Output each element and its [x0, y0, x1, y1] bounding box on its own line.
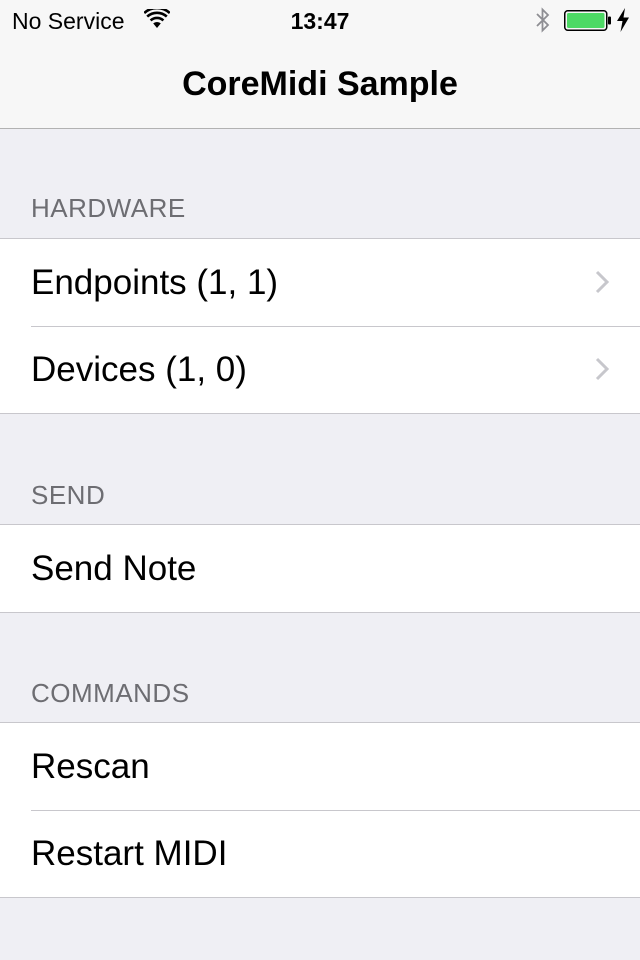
chevron-right-icon — [595, 357, 610, 381]
section-header-hardware: HARDWARE — [31, 193, 186, 223]
send-note-row[interactable]: Send Note — [0, 525, 640, 612]
nav-title: CoreMidi Sample — [182, 65, 458, 103]
send-group: Send Note — [0, 524, 640, 613]
rescan-label: Rescan — [31, 747, 150, 786]
status-bar: No Service 13:47 — [0, 0, 640, 40]
top-bar: No Service 13:47 CoreMidi Sample — [0, 0, 640, 129]
section-header-send: SEND — [31, 480, 106, 510]
charging-bolt-icon — [617, 8, 629, 32]
endpoints-label: Endpoints (1, 1) — [31, 263, 279, 302]
restart-midi-label: Restart MIDI — [31, 834, 228, 873]
bluetooth-icon — [536, 7, 550, 33]
commands-group: Rescan Restart MIDI — [0, 722, 640, 898]
chevron-right-icon — [595, 270, 610, 294]
section-header-commands: COMMANDS — [31, 678, 190, 708]
send-note-label: Send Note — [31, 549, 197, 588]
hardware-group: Endpoints (1, 1) Devices (1, 0) — [0, 238, 640, 414]
devices-row[interactable]: Devices (1, 0) — [0, 326, 640, 413]
endpoints-row[interactable]: Endpoints (1, 1) — [0, 239, 640, 326]
battery-icon — [564, 10, 611, 31]
devices-label: Devices (1, 0) — [31, 350, 247, 389]
battery-level-fill — [567, 13, 605, 28]
rescan-row[interactable]: Rescan — [0, 723, 640, 810]
restart-midi-row[interactable]: Restart MIDI — [0, 810, 640, 897]
